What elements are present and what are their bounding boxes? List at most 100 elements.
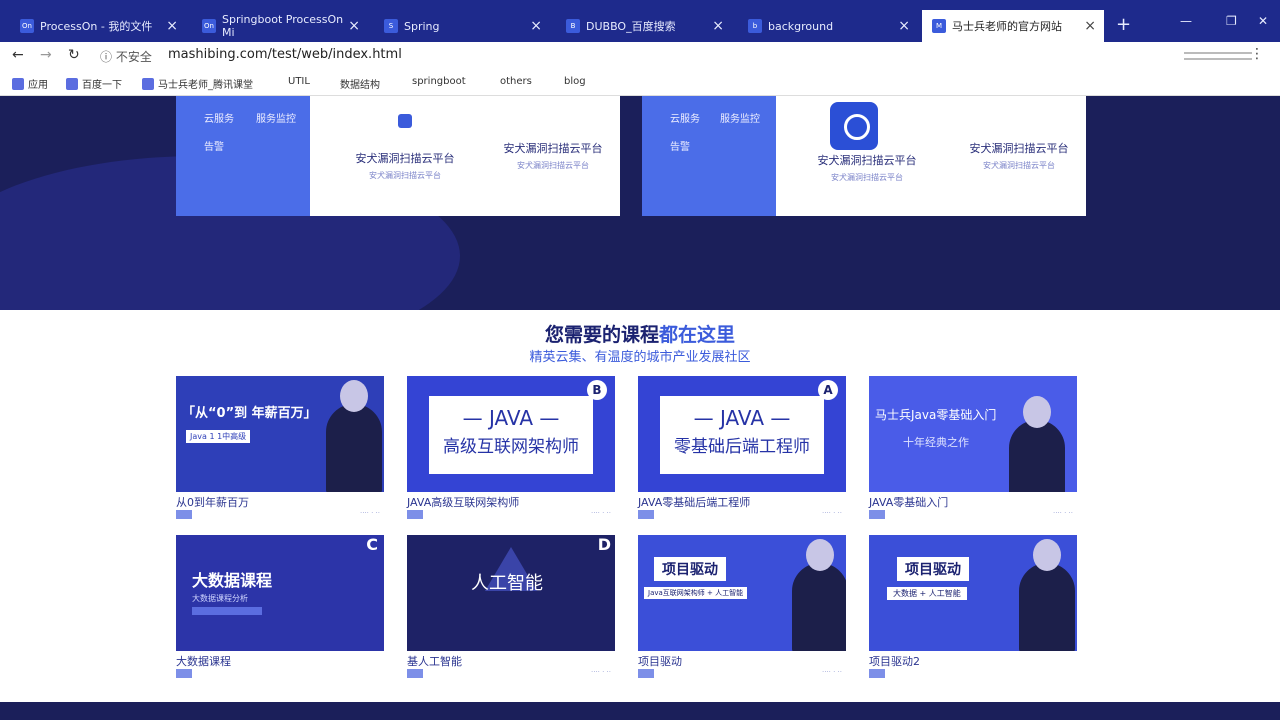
bookmark-label: springboot [412, 76, 466, 87]
close-icon[interactable]: × [348, 18, 360, 34]
tab-springboot[interactable]: On Springboot ProcessOn Mi × [192, 10, 368, 42]
bookmark-blog[interactable]: blog [564, 76, 586, 87]
bookmark-tencent[interactable]: 马士兵老师_腾讯课堂 [142, 76, 253, 91]
course-card[interactable]: 马士兵Java零基础入门 十年经典之作 JAVA零基础入门 ···· · ·· [869, 376, 1077, 524]
close-icon[interactable]: × [898, 18, 910, 34]
sidebar-item[interactable]: 告警 [204, 138, 224, 153]
bookmark-baidu[interactable]: 百度一下 [66, 76, 122, 91]
course-card[interactable]: 大数据课程 大数据课程分析 C 大数据课程 [176, 535, 384, 683]
course-card[interactable]: 「从“0”到 年薪百万」 Java 1 1中高级 从0到年薪百万 ···· · … [176, 376, 384, 524]
menu-icon[interactable]: ⋮ [1250, 46, 1264, 62]
back-icon[interactable]: ← [12, 47, 24, 63]
url-field[interactable]: mashibing.com/test/web/index.html [168, 47, 402, 62]
close-icon[interactable]: × [1084, 18, 1096, 34]
level-badge: B [587, 380, 607, 400]
course-thumbnail[interactable]: 项目驱动 Java互联网架构师 + 人工智能 [638, 535, 846, 651]
course-thumbnail[interactable]: — JAVA — 零基础后端工程师 A [638, 376, 846, 492]
scanner-card[interactable]: 安犬漏洞扫描云平台 安犬漏洞扫描云平台 [478, 140, 628, 171]
course-thumbnail[interactable]: 马士兵Java零基础入门 十年经典之作 [869, 376, 1077, 492]
course-title[interactable]: JAVA零基础后端工程师 [638, 494, 750, 510]
security-indicator[interactable]: ⓘ 不安全 [100, 48, 152, 65]
forward-icon[interactable]: → [40, 47, 52, 63]
scanner-card[interactable]: 安犬漏洞扫描云平台 安犬漏洞扫描云平台 [792, 152, 942, 183]
course-thumbnail[interactable]: 人工智能 D [407, 535, 615, 651]
course-card[interactable]: 人工智能 D 基人工智能 ···· · ·· [407, 535, 615, 683]
course-thumbnail[interactable]: 项目驱动 大数据 + 人工智能 [869, 535, 1077, 651]
sidebar-item[interactable]: 告警 [670, 138, 690, 153]
baidu-icon: B [566, 19, 580, 33]
scanner-card[interactable]: 安犬漏洞扫描云平台 安犬漏洞扫描云平台 [330, 114, 480, 181]
bookmark-label: others [500, 76, 532, 87]
instructor-photo [792, 539, 846, 651]
close-icon[interactable]: × [712, 18, 724, 34]
course-tag [638, 510, 654, 519]
thumb-subtitle: 十年经典之作 [903, 436, 969, 449]
course-meta [176, 669, 384, 679]
reading-list-icon[interactable] [1184, 52, 1252, 60]
thumb-title: 项目驱动 [897, 557, 969, 581]
panel-sidebar: 云服务 服务监控 告警 [176, 96, 310, 216]
course-thumbnail[interactable]: 大数据课程 大数据课程分析 C [176, 535, 384, 651]
course-meta: ···· · ·· [407, 509, 615, 520]
processon-icon: On [20, 19, 34, 33]
shield-badge-icon [830, 102, 878, 150]
close-window-icon[interactable]: ✕ [1258, 14, 1268, 28]
tab-mashibing[interactable]: M 马士兵老师的官方网站 × [922, 10, 1104, 42]
course-title[interactable]: 基人工智能 [407, 653, 462, 669]
sidebar-item[interactable]: 服务监控 [720, 110, 760, 125]
course-stats: ···· · ·· [821, 668, 842, 676]
new-tab-button[interactable]: + [1116, 14, 1131, 35]
reload-icon[interactable]: ↻ [68, 47, 80, 63]
course-card[interactable]: 项目驱动 Java互联网架构师 + 人工智能 项目驱动 ···· · ·· [638, 535, 846, 683]
bookmark-label: 百度一下 [82, 80, 122, 91]
bookmark-label: blog [564, 76, 586, 87]
maximize-icon[interactable]: ❐ [1226, 14, 1237, 28]
tab-background[interactable]: b background × [738, 10, 918, 42]
course-title[interactable]: 从0到年薪百万 [176, 494, 249, 510]
address-bar: ← → ↻ ⓘ 不安全 mashibing.com/test/web/index… [0, 42, 1280, 70]
close-icon[interactable]: × [166, 18, 178, 34]
tab-label: DUBBO_百度搜索 [586, 20, 676, 33]
course-meta: ···· · ·· [638, 668, 846, 679]
course-title[interactable]: JAVA高级互联网架构师 [407, 494, 519, 510]
tencent-icon [142, 77, 154, 90]
courses-section: 您需要的课程都在这里 精英云集、有温度的城市产业发展社区 「从“0”到 年薪百万… [0, 310, 1280, 702]
tab-spring[interactable]: S Spring × [374, 10, 550, 42]
course-stats: ···· · ·· [359, 509, 380, 517]
scanner-subtitle: 安犬漏洞扫描云平台 [983, 161, 1055, 170]
bookmark-ds[interactable]: 数据结构 [340, 76, 380, 91]
bookmark-apps[interactable]: 应用 [12, 76, 48, 91]
course-stats: ···· · ·· [1052, 509, 1073, 517]
course-card[interactable]: — JAVA — 零基础后端工程师 A JAVA零基础后端工程师 ···· · … [638, 376, 846, 524]
bookmark-util[interactable]: UTIL [288, 76, 310, 87]
thumb-subtitle: Java互联网架构师 + 人工智能 [644, 587, 748, 599]
thumb-title: 人工智能 [471, 573, 543, 594]
course-stats: ···· · ·· [821, 509, 842, 517]
bookmark-springboot[interactable]: springboot [412, 76, 466, 87]
scanner-subtitle: 安犬漏洞扫描云平台 [831, 173, 903, 182]
thumb-subtitle: 高级互联网架构师 [443, 437, 579, 457]
course-tag [638, 669, 654, 678]
course-title[interactable]: JAVA零基础入门 [869, 494, 948, 510]
minimize-icon[interactable]: — [1180, 14, 1192, 28]
bookmark-others[interactable]: others [500, 76, 532, 87]
course-title[interactable]: 项目驱动 [638, 653, 682, 669]
scanner-icon [398, 114, 412, 128]
panel-sidebar: 云服务 服务监控 告警 [642, 96, 776, 216]
sidebar-item[interactable]: 云服务 [670, 110, 700, 125]
instructor-photo [1019, 539, 1075, 651]
course-thumbnail[interactable]: — JAVA — 高级互联网架构师 B [407, 376, 615, 492]
course-card[interactable]: — JAVA — 高级互联网架构师 B JAVA高级互联网架构师 ···· · … [407, 376, 615, 524]
tab-processon[interactable]: On ProcessOn - 我的文件 × [10, 10, 186, 42]
sidebar-item[interactable]: 服务监控 [256, 110, 296, 125]
scanner-card[interactable]: 安犬漏洞扫描云平台 安犬漏洞扫描云平台 [944, 140, 1094, 171]
section-title: 您需要的课程都在这里 [0, 320, 1280, 347]
tab-dubbo[interactable]: B DUBBO_百度搜索 × [556, 10, 732, 42]
course-title[interactable]: 项目驱动2 [869, 653, 920, 669]
title-highlight: 都在这里 [659, 324, 736, 346]
course-title[interactable]: 大数据课程 [176, 653, 231, 669]
course-card[interactable]: 项目驱动 大数据 + 人工智能 项目驱动2 [869, 535, 1077, 683]
sidebar-item[interactable]: 云服务 [204, 110, 234, 125]
close-icon[interactable]: × [530, 18, 542, 34]
course-thumbnail[interactable]: 「从“0”到 年薪百万」 Java 1 1中高级 [176, 376, 384, 492]
